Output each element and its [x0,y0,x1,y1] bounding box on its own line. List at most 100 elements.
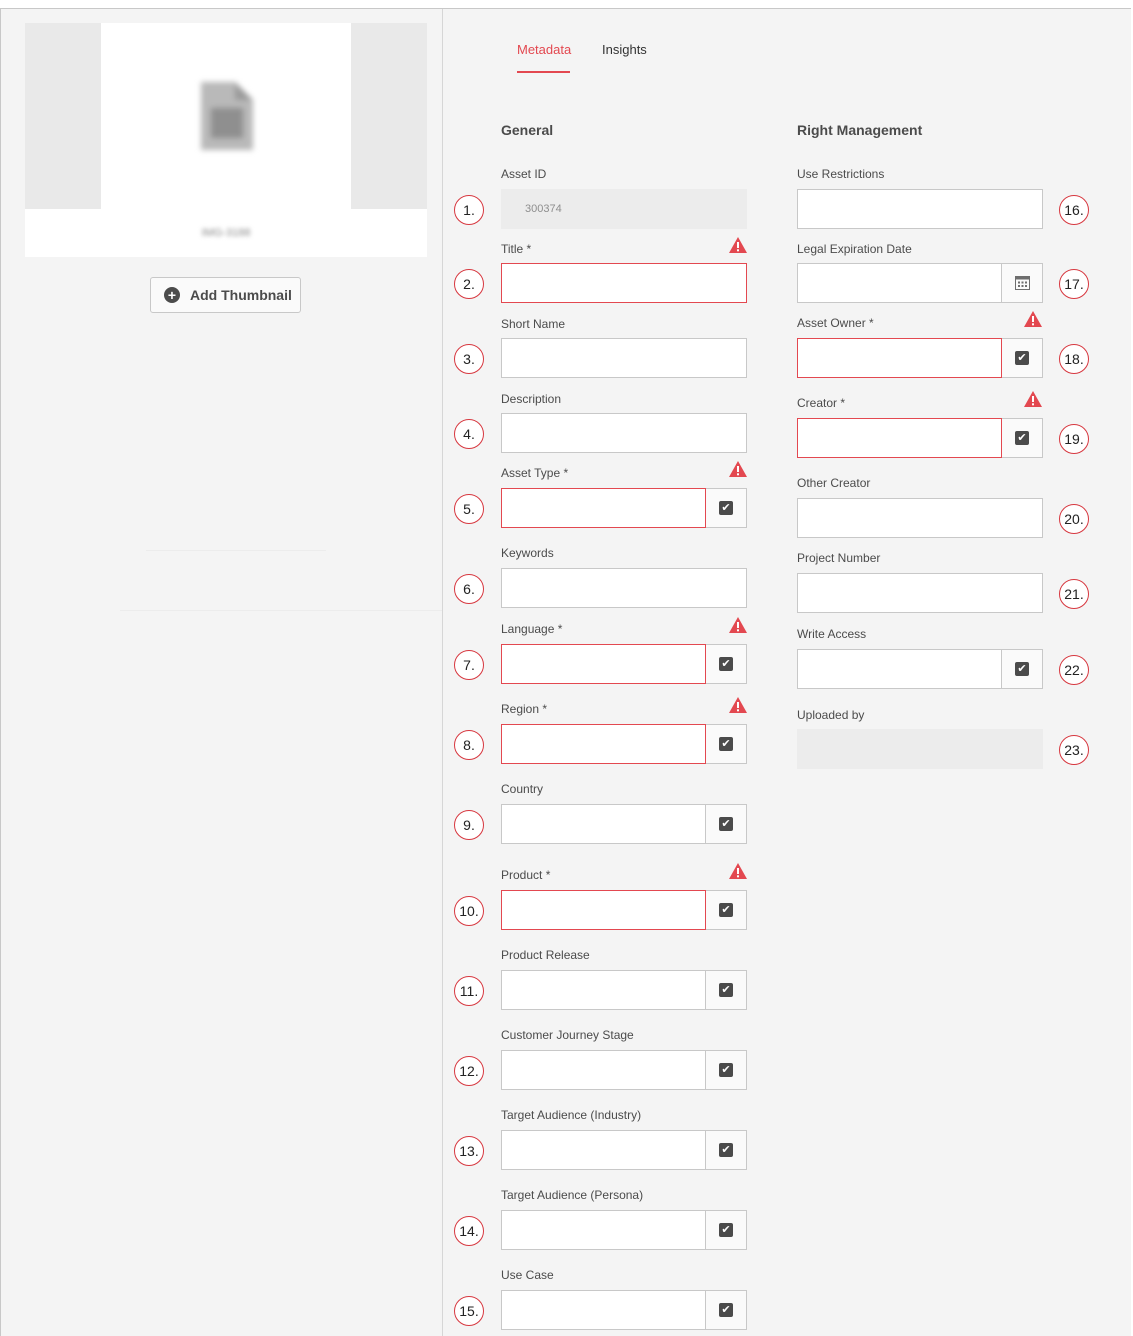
label-asset-owner: Asset Owner * [797,316,874,330]
other-creator-field[interactable] [797,498,1043,538]
annotation-marker-3-rights: 19. [1059,424,1089,454]
legal-expiration-date-date-picker-button[interactable] [1002,263,1043,303]
label-creator: Creator * [797,396,846,410]
add-thumbnail-label: Add Thumbnail [190,287,292,303]
project-number-field[interactable] [797,573,1043,613]
checkbox-checked-icon: ✔ [1015,431,1029,445]
label-description: Description [501,392,562,406]
target-audience-persona-picker-button[interactable]: ✔ [706,1210,747,1250]
calendar-icon [1015,275,1030,290]
label-uploaded-by: Uploaded by [797,708,865,722]
product-release-picker-button[interactable]: ✔ [706,970,747,1010]
checkbox-checked-icon: ✔ [719,657,733,671]
file-icon [201,82,253,150]
label-product: Product * [501,868,551,882]
description-field[interactable] [501,413,747,453]
country-field[interactable] [501,804,706,844]
checkbox-checked-icon: ✔ [719,1303,733,1317]
region-picker-button[interactable]: ✔ [706,724,747,764]
target-audience-industry-field[interactable] [501,1130,706,1170]
annotation-marker-10-general: 11. [454,976,484,1006]
product-picker-button[interactable]: ✔ [706,890,747,930]
annotation-marker-8-general: 9. [454,810,484,840]
label-legal-expiration-date: Legal Expiration Date [797,242,912,256]
label-product-release: Product Release [501,948,590,962]
keywords-field[interactable] [501,568,747,608]
label-target-audience-industry: Target Audience (Industry) [501,1108,642,1122]
label-use-restrictions: Use Restrictions [797,167,885,181]
asset-type-picker-button[interactable]: ✔ [706,488,747,528]
target-audience-persona-field[interactable] [501,1210,706,1250]
creator-picker-button[interactable]: ✔ [1002,418,1043,458]
checkbox-checked-icon: ✔ [719,903,733,917]
annotation-marker-2-rights: 18. [1059,344,1089,374]
label-asset-type: Asset Type * [501,466,569,480]
checkbox-checked-icon: ✔ [1015,351,1029,365]
checkbox-checked-icon: ✔ [719,737,733,751]
creator-field[interactable] [797,418,1002,458]
alert-triangle-icon [729,863,747,879]
write-access-field[interactable] [797,649,1002,689]
use-restrictions-field[interactable] [797,189,1043,229]
annotation-marker-3-general: 4. [454,419,484,449]
label-language: Language * [501,622,563,636]
alert-triangle-icon [1024,391,1042,407]
alert-triangle-icon [729,697,747,713]
product-release-field[interactable] [501,970,706,1010]
checkbox-checked-icon: ✔ [719,1223,733,1237]
short-name-field[interactable] [501,338,747,378]
tab-metadata[interactable]: Metadata [517,42,571,57]
annotation-marker-6-rights: 22. [1059,655,1089,685]
alert-triangle-icon [1024,311,1042,327]
region-field[interactable] [501,724,706,764]
annotation-marker-0-general: 1. [454,195,484,225]
tab-insights[interactable]: Insights [602,42,647,57]
product-field[interactable] [501,890,706,930]
annotation-marker-6-general: 7. [454,650,484,680]
annotation-marker-13-general: 14. [454,1216,484,1246]
target-audience-industry-picker-button[interactable]: ✔ [706,1130,747,1170]
annotation-marker-11-general: 12. [454,1056,484,1086]
checkbox-checked-icon: ✔ [719,1143,733,1157]
asset-owner-field[interactable] [797,338,1002,378]
label-region: Region * [501,702,548,716]
customer-journey-stage-field[interactable] [501,1050,706,1090]
checkbox-checked-icon: ✔ [1015,662,1029,676]
label-country: Country [501,782,544,796]
annotation-marker-12-general: 13. [454,1136,484,1166]
thumbnail-filename: IMG-3188 [201,227,251,239]
annotation-marker-14-general: 15. [454,1296,484,1326]
country-picker-button[interactable]: ✔ [706,804,747,844]
use-case-picker-button[interactable]: ✔ [706,1290,747,1330]
asset-owner-picker-button[interactable]: ✔ [1002,338,1043,378]
annotation-marker-5-rights: 21. [1059,579,1089,609]
annotation-marker-1-general: 2. [454,269,484,299]
label-keywords: Keywords [501,546,554,560]
annotation-marker-4-general: 5. [454,494,484,524]
active-tab-indicator [517,71,570,73]
alert-triangle-icon [729,461,747,477]
section-title-right-management: Right Management [797,122,923,138]
legal-expiration-date-field[interactable] [797,263,1002,303]
label-other-creator: Other Creator [797,476,871,490]
label-project-number: Project Number [797,551,881,565]
annotation-marker-2-general: 3. [454,344,484,374]
label-customer-journey-stage: Customer Journey Stage [501,1028,634,1042]
label-target-audience-persona: Target Audience (Persona) [501,1188,644,1202]
label-short-name: Short Name [501,317,566,331]
label-use-case: Use Case [501,1268,554,1282]
checkbox-checked-icon: ✔ [719,983,733,997]
language-field[interactable] [501,644,706,684]
add-thumbnail-button[interactable]: + Add Thumbnail [150,277,301,313]
customer-journey-stage-picker-button[interactable]: ✔ [706,1050,747,1090]
use-case-field[interactable] [501,1290,706,1330]
write-access-picker-button[interactable]: ✔ [1002,649,1043,689]
checkbox-checked-icon: ✔ [719,817,733,831]
language-picker-button[interactable]: ✔ [706,644,747,684]
annotation-marker-7-rights: 23. [1059,735,1089,765]
asset-type-field[interactable] [501,488,706,528]
label-title: Title * [501,242,532,256]
section-title-general: General [501,122,554,138]
annotation-marker-1-rights: 17. [1059,269,1089,299]
title-field[interactable] [501,263,747,303]
